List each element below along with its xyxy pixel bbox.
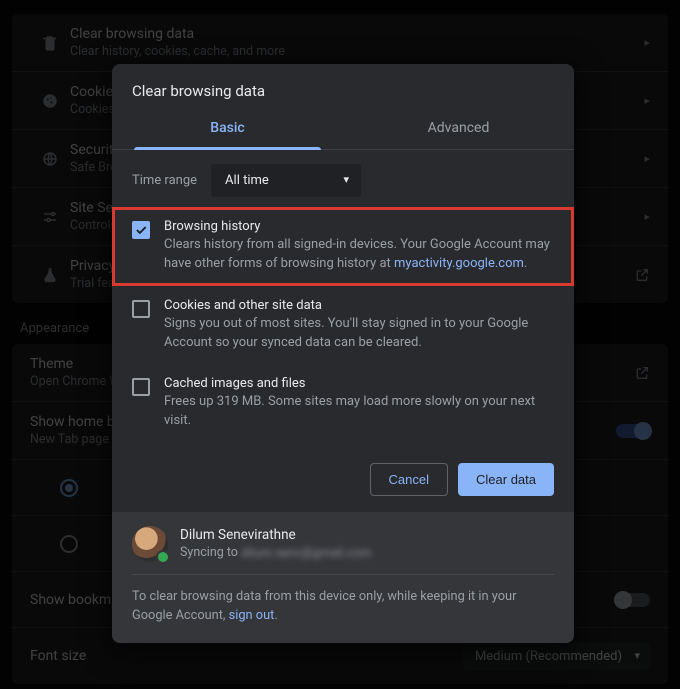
time-range-row: Time range All time <box>112 150 574 207</box>
sign-out-link[interactable]: sign out <box>229 608 275 623</box>
checkbox-cookies[interactable] <box>132 300 150 318</box>
avatar <box>132 526 168 562</box>
option-desc: Frees up 319 MB. Some sites may load mor… <box>164 393 554 431</box>
option-title: Cached images and files <box>164 376 554 391</box>
option-desc: Signs you out of most sites. You'll stay… <box>164 315 554 353</box>
clear-browsing-data-dialog: Clear browsing data Basic Advanced Time … <box>112 64 574 643</box>
option-cookies[interactable]: Cookies and other site data Signs you ou… <box>112 286 574 365</box>
footer-text: To clear browsing data from this device … <box>132 589 516 623</box>
tab-basic[interactable]: Basic <box>112 108 343 149</box>
time-range-select[interactable]: All time <box>211 164 361 197</box>
footer-text-tail: . <box>274 608 277 623</box>
checkbox-cache[interactable] <box>132 378 150 396</box>
option-desc: Clears history from all signed-in device… <box>164 236 554 274</box>
cancel-button[interactable]: Cancel <box>370 463 448 496</box>
option-cache[interactable]: Cached images and files Frees up 319 MB.… <box>112 364 574 443</box>
option-title: Cookies and other site data <box>164 298 554 313</box>
time-range-label: Time range <box>132 173 197 188</box>
profile-syncing: Syncing to dilum.senv@gmail.com <box>180 545 371 560</box>
option-title: Browsing history <box>164 219 554 234</box>
clear-data-button[interactable]: Clear data <box>458 463 554 496</box>
dialog-tabs: Basic Advanced <box>112 108 574 150</box>
footer-note: To clear browsing data from this device … <box>132 587 554 625</box>
profile-row: Dilum Senevirathne Syncing to dilum.senv… <box>132 526 554 575</box>
checkbox-browsing-history[interactable] <box>132 221 150 239</box>
dialog-footer: Dilum Senevirathne Syncing to dilum.senv… <box>112 512 574 643</box>
tab-advanced[interactable]: Advanced <box>343 108 574 149</box>
sync-badge-icon <box>156 550 170 564</box>
option-browsing-history[interactable]: Browsing history Clears history from all… <box>112 207 574 286</box>
profile-name: Dilum Senevirathne <box>180 527 371 543</box>
desc-text-tail: . <box>524 256 527 271</box>
dialog-actions: Cancel Clear data <box>112 443 574 512</box>
myactivity-link[interactable]: myactivity.google.com <box>394 256 524 271</box>
syncing-label: Syncing to <box>180 545 241 560</box>
profile-email-blurred: dilum.senv@gmail.com <box>241 546 371 561</box>
dialog-title: Clear browsing data <box>112 64 574 108</box>
